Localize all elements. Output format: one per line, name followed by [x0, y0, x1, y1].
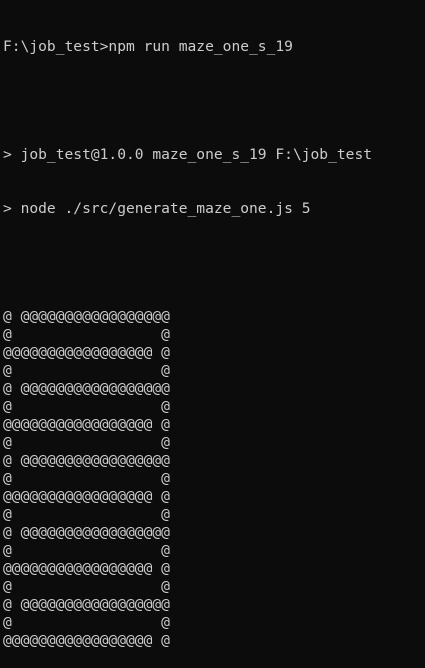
maze-row: @ @@@@@@@@@@@@@@@@@	[3, 524, 170, 541]
maze-row: @ @	[3, 470, 170, 487]
maze-output: @ @@@@@@@@@@@@@@@@@ @ @ @@@@@@@@@@@@@@@@@ …	[3, 308, 425, 650]
maze-row: @ @	[3, 614, 170, 631]
maze-row: @ @@@@@@@@@@@@@@@@@	[3, 452, 170, 469]
maze-row: @ @	[3, 578, 170, 595]
script-header-line: > job_test@1.0.0 maze_one_s_19 F:\job_te…	[3, 146, 373, 163]
prompt-line: F:\job_test>npm run maze_one_s_19	[3, 38, 293, 55]
maze-row: @ @	[3, 434, 170, 451]
maze-row: @ @	[3, 326, 170, 343]
maze-row: @ @@@@@@@@@@@@@@@@@	[3, 380, 170, 397]
maze-row: @@@@@@@@@@@@@@@@@ @	[3, 344, 170, 361]
maze-row: @@@@@@@@@@@@@@@@@ @	[3, 632, 170, 649]
maze-row: @@@@@@@@@@@@@@@@@ @	[3, 488, 170, 505]
maze-row: @ @	[3, 362, 170, 379]
command-line: > node ./src/generate_maze_one.js 5	[3, 200, 311, 217]
maze-row: @ @@@@@@@@@@@@@@@@@	[3, 308, 170, 325]
terminal-output[interactable]: F:\job_test>npm run maze_one_s_19 > job_…	[0, 0, 425, 668]
maze-row: @ @	[3, 542, 170, 559]
maze-row: @ @	[3, 506, 170, 523]
maze-row: @@@@@@@@@@@@@@@@@ @	[3, 560, 170, 577]
maze-row: @ @@@@@@@@@@@@@@@@@	[3, 596, 170, 613]
maze-row: @@@@@@@@@@@@@@@@@ @	[3, 416, 170, 433]
maze-row: @ @	[3, 398, 170, 415]
